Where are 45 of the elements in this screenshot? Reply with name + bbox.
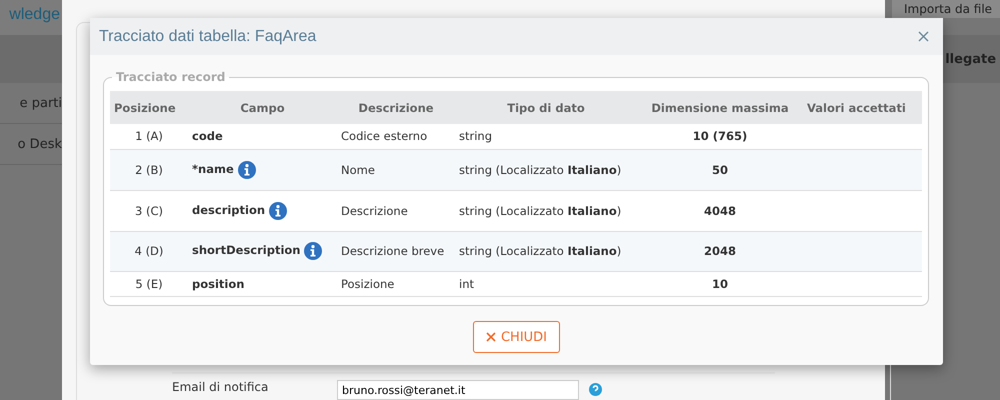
column-header: Dimensione massima: [637, 91, 803, 124]
table-cell: string (Localizzato Italiano): [455, 231, 637, 271]
column-header: Valori accettati: [803, 91, 922, 124]
table-cell: string: [455, 124, 637, 149]
field-name: code: [192, 129, 223, 144]
table-cell: 2 (B): [110, 149, 188, 190]
field-name: *name: [192, 162, 234, 176]
email-field[interactable]: bruno.rossi@teranet.it: [337, 380, 579, 400]
field-name: shortDescription: [192, 243, 300, 258]
column-header: Descrizione: [337, 91, 455, 124]
table-cell: 4 (D): [110, 231, 188, 271]
table-cell: string (Localizzato Italiano): [455, 149, 637, 190]
close-icon[interactable]: [918, 31, 929, 42]
column-header: llegate: [945, 52, 996, 66]
table-cell: 3 (C): [110, 190, 188, 231]
column-header: Posizione: [110, 91, 188, 124]
import-button[interactable]: Importa da file: [892, 0, 1000, 18]
table-cell: Posizione: [337, 271, 455, 296]
field-name: description: [192, 202, 266, 217]
field-name: position: [192, 276, 244, 290]
info-icon[interactable]: [238, 160, 256, 178]
table-cell: 10 (765): [637, 124, 803, 149]
table-cell: 50: [637, 149, 803, 190]
info-icon[interactable]: [269, 202, 288, 220]
table-cell: int: [455, 271, 637, 296]
close-button[interactable]: CHIUDI: [472, 321, 560, 354]
table-cell: Codice esterno: [337, 124, 455, 149]
table-cell: 4048: [637, 190, 803, 231]
column-header: Campo: [188, 91, 337, 124]
page-heading: wledge: [9, 5, 60, 25]
table-cell: 1 (A): [110, 124, 188, 149]
table-cell: 2048: [637, 231, 803, 271]
fieldset-legend: Tracciato record: [112, 70, 230, 84]
x-icon: [486, 332, 496, 342]
info-icon[interactable]: [304, 242, 322, 260]
table-cell: 10: [637, 271, 803, 296]
table-cell: Descrizione breve: [337, 231, 455, 271]
table-cell: 5 (E): [110, 271, 188, 296]
email-label: Email di notifica: [172, 380, 270, 394]
dialog-title: Tracciato dati tabella: FaqArea: [99, 28, 316, 46]
column-header: Tipo di dato: [455, 91, 637, 124]
table-cell: Descrizione: [337, 190, 455, 231]
help-icon[interactable]: [589, 383, 602, 396]
table-cell: string (Localizzato Italiano): [455, 190, 637, 231]
table-cell: Nome: [337, 149, 455, 190]
